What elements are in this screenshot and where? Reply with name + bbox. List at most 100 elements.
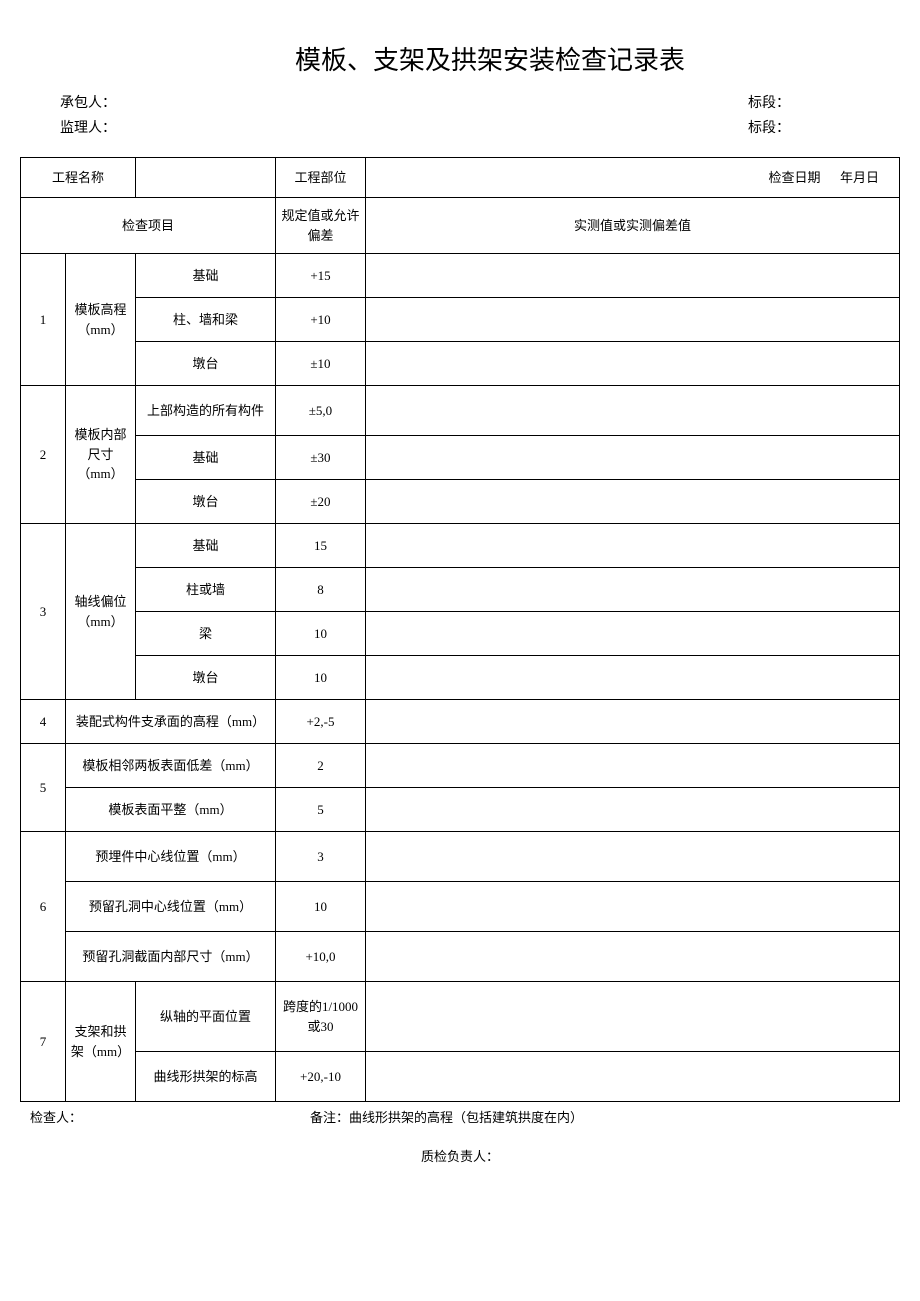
spec-header: 规定值或允许偏差	[276, 198, 366, 254]
row-spec: 15	[276, 524, 366, 568]
row-spec: 5	[276, 788, 366, 832]
row-measured	[366, 656, 900, 700]
row-item: 梁	[136, 612, 276, 656]
row-measured	[366, 700, 900, 744]
row-spec: +2,-5	[276, 700, 366, 744]
row-spec: 2	[276, 744, 366, 788]
row-spec: 10	[276, 882, 366, 932]
row-item: 预埋件中心线位置（mm）	[66, 832, 276, 882]
row-spec: 跨度的1/1000 或30	[276, 982, 366, 1052]
row-item: 预留孔洞中心线位置（mm）	[66, 882, 276, 932]
table-row: 柱或墙 8	[21, 568, 900, 612]
table-row: 3 轴线偏位（mm） 基础 15	[21, 524, 900, 568]
row-spec: +15	[276, 254, 366, 298]
row-measured	[366, 254, 900, 298]
row-measured	[366, 982, 900, 1052]
project-name-value	[136, 158, 276, 198]
row-item: 预留孔洞截面内部尺寸（mm）	[66, 932, 276, 982]
row-num: 4	[21, 700, 66, 744]
table-row: 曲线形拱架的标高 +20,-10	[21, 1052, 900, 1102]
check-date-cell: 检查日期 年月日	[366, 158, 900, 198]
row-measured	[366, 832, 900, 882]
row-spec: ±20	[276, 480, 366, 524]
row-num: 7	[21, 982, 66, 1102]
row-measured	[366, 342, 900, 386]
row-item: 墩台	[136, 480, 276, 524]
row-measured	[366, 1052, 900, 1102]
contractor-label: 承包人：	[60, 92, 116, 112]
table-row: 预留孔洞中心线位置（mm） 10	[21, 882, 900, 932]
inspection-table: 工程名称 工程部位 检查日期 年月日 检查项目 规定值或允许偏差 实测值或实测偏…	[20, 157, 900, 1102]
inspector-label: 检查人：	[20, 1107, 300, 1126]
table-container: 工程名称 工程部位 检查日期 年月日 检查项目 规定值或允许偏差 实测值或实测偏…	[20, 157, 900, 1102]
row-spec: ±5,0	[276, 386, 366, 436]
row-measured	[366, 298, 900, 342]
row-measured	[366, 932, 900, 982]
row-category: 模板内部尺寸（mm）	[66, 386, 136, 524]
row-spec: +10	[276, 298, 366, 342]
row-measured	[366, 524, 900, 568]
row-spec: ±10	[276, 342, 366, 386]
row-measured	[366, 436, 900, 480]
row-num: 6	[21, 832, 66, 982]
table-row: 模板表面平整（mm） 5	[21, 788, 900, 832]
table-row: 梁 10	[21, 612, 900, 656]
row-spec: 8	[276, 568, 366, 612]
supervisor-label: 监理人：	[60, 117, 116, 137]
table-row: 检查项目 规定值或允许偏差 实测值或实测偏差值	[21, 198, 900, 254]
row-item: 模板相邻两板表面低差（mm）	[66, 744, 276, 788]
row-num: 5	[21, 744, 66, 832]
row-item: 基础	[136, 524, 276, 568]
measured-header: 实测值或实测偏差值	[366, 198, 900, 254]
row-num: 1	[21, 254, 66, 386]
section-label-1: 标段：	[748, 92, 790, 112]
row-measured	[366, 612, 900, 656]
row-item: 纵轴的平面位置	[136, 982, 276, 1052]
row-measured	[366, 882, 900, 932]
row-measured	[366, 480, 900, 524]
header-row-2: 监理人： 标段：	[20, 117, 900, 137]
table-row: 墩台 10	[21, 656, 900, 700]
table-row: 工程名称 工程部位 检查日期 年月日	[21, 158, 900, 198]
row-item: 墩台	[136, 342, 276, 386]
table-row: 6 预埋件中心线位置（mm） 3	[21, 832, 900, 882]
table-row: 4 装配式构件支承面的高程（mm） +2,-5	[21, 700, 900, 744]
check-item-header: 检查项目	[21, 198, 276, 254]
table-row: 柱、墙和梁 +10	[21, 298, 900, 342]
row-category: 模板高程（mm）	[66, 254, 136, 386]
table-row: 墩台 ±10	[21, 342, 900, 386]
row-item: 基础	[136, 436, 276, 480]
project-part-label: 工程部位	[276, 158, 366, 198]
row-spec: 10	[276, 612, 366, 656]
table-row: 5 模板相邻两板表面低差（mm） 2	[21, 744, 900, 788]
table-row: 基础 ±30	[21, 436, 900, 480]
table-row: 墩台 ±20	[21, 480, 900, 524]
row-num: 3	[21, 524, 66, 700]
section-label-2: 标段：	[748, 117, 790, 137]
row-item: 柱或墙	[136, 568, 276, 612]
row-measured	[366, 788, 900, 832]
row-measured	[366, 386, 900, 436]
project-name-label: 工程名称	[21, 158, 136, 198]
header-row-1: 承包人： 标段：	[20, 92, 900, 112]
row-spec: 10	[276, 656, 366, 700]
row-item: 曲线形拱架的标高	[136, 1052, 276, 1102]
qc-label: 质检负责人：	[20, 1146, 900, 1165]
footer-row: 检查人： 备注：曲线形拱架的高程（包括建筑拱度在内）	[20, 1107, 900, 1126]
table-row: 预留孔洞截面内部尺寸（mm） +10,0	[21, 932, 900, 982]
remark: 备注：曲线形拱架的高程（包括建筑拱度在内）	[300, 1107, 900, 1126]
row-item: 柱、墙和梁	[136, 298, 276, 342]
page-title: 模板、支架及拱架安装检查记录表	[80, 40, 900, 77]
row-item: 上部构造的所有构件	[136, 386, 276, 436]
row-item: 墩台	[136, 656, 276, 700]
table-row: 1 模板高程（mm） 基础 +15	[21, 254, 900, 298]
row-measured	[366, 744, 900, 788]
row-category: 轴线偏位（mm）	[66, 524, 136, 700]
table-row: 2 模板内部尺寸（mm） 上部构造的所有构件 ±5,0	[21, 386, 900, 436]
row-spec: 3	[276, 832, 366, 882]
row-spec: ±30	[276, 436, 366, 480]
row-category: 支架和拱架（mm）	[66, 982, 136, 1102]
row-spec: +10,0	[276, 932, 366, 982]
table-row: 7 支架和拱架（mm） 纵轴的平面位置 跨度的1/1000 或30	[21, 982, 900, 1052]
row-item: 装配式构件支承面的高程（mm）	[66, 700, 276, 744]
